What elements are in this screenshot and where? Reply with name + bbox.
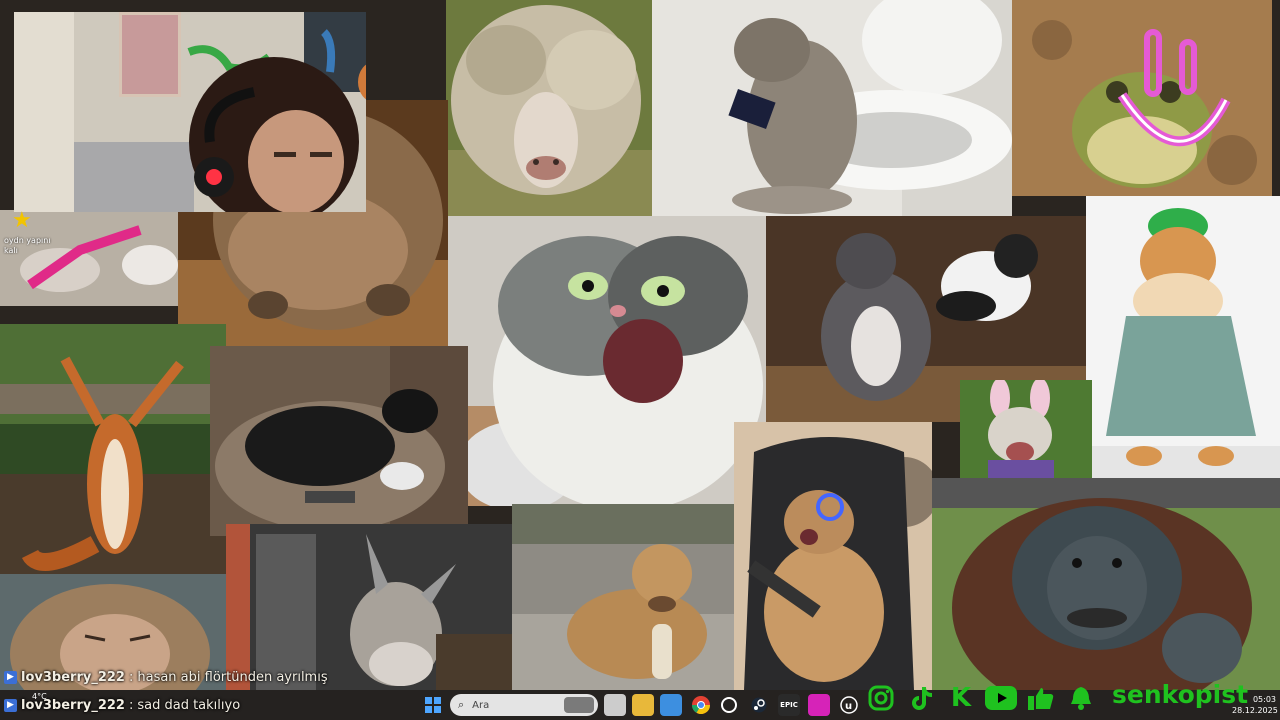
alert-text: oydn yapını kalı: [4, 236, 51, 255]
collage-image-black-dog: [210, 346, 468, 536]
chat-separator: :: [128, 669, 134, 685]
search-highlight-image: [564, 697, 594, 713]
chat-username: lov3berry_222: [21, 669, 125, 685]
collage-image-bread-dog: [512, 504, 734, 690]
chrome-icon[interactable]: [690, 694, 712, 716]
channel-brand-name: senkopist: [1112, 680, 1249, 709]
kick-icon: K: [946, 683, 976, 713]
epic-games-icon[interactable]: EPIC: [778, 694, 800, 716]
taskbar-search[interactable]: ⌕ Ara: [450, 694, 598, 716]
star-icon: ★: [12, 208, 32, 233]
chat-badge-icon: ▶: [4, 670, 17, 684]
collage-image-squirrel: [0, 324, 226, 578]
steam-icon[interactable]: [748, 694, 770, 716]
task-view-icon[interactable]: [604, 694, 626, 716]
file-explorer-icon[interactable]: [632, 694, 654, 716]
like-icon: [1026, 683, 1056, 713]
collage-image-gaming-cat: [734, 422, 932, 690]
unreal-icon[interactable]: u: [838, 694, 860, 716]
chatgpt-icon[interactable]: [718, 694, 740, 716]
collage-image-bunny-bulldog: [960, 380, 1092, 478]
instagram-icon: [866, 683, 896, 713]
collage-image-donkey: [226, 524, 512, 690]
webcam-feed: [14, 12, 366, 212]
search-icon: ⌕: [458, 698, 465, 711]
collage-image-frog-smiley: [1012, 0, 1272, 196]
weather-widget[interactable]: 4°C: [32, 692, 47, 701]
clock-time: 05:03: [1252, 695, 1276, 704]
collage-image-orangutan: [932, 478, 1280, 690]
chat-message: ▶ lov3berry_222 : hasan abi flörtünden a…: [4, 668, 328, 686]
app-icon[interactable]: [808, 694, 830, 716]
youtube-icon: [984, 683, 1018, 713]
svg-text:u: u: [845, 701, 852, 712]
bell-icon: [1066, 683, 1096, 713]
chat-badge-icon: ▶: [4, 698, 17, 712]
store-icon[interactable]: [660, 694, 682, 716]
collage-image-hat-cat: [1086, 196, 1280, 478]
windows-start-icon[interactable]: [422, 694, 444, 716]
chat-separator: :: [128, 697, 134, 713]
clock-date: 28.12.2025: [1232, 706, 1278, 715]
tiktok-icon: [906, 683, 936, 713]
collage-image-screaming-cat: [448, 216, 766, 506]
search-placeholder: Ara: [472, 699, 490, 711]
kick-letter: K: [950, 683, 972, 713]
chat-text: sad dad takılıyo: [137, 697, 241, 713]
collage-image-sheep: [446, 0, 652, 220]
collage-image-toilet-cat: [652, 0, 1012, 216]
system-clock[interactable]: 05:03 28.12.2025: [1232, 694, 1278, 716]
chat-text: hasan abi flörtünden ayrılmış: [137, 669, 328, 685]
